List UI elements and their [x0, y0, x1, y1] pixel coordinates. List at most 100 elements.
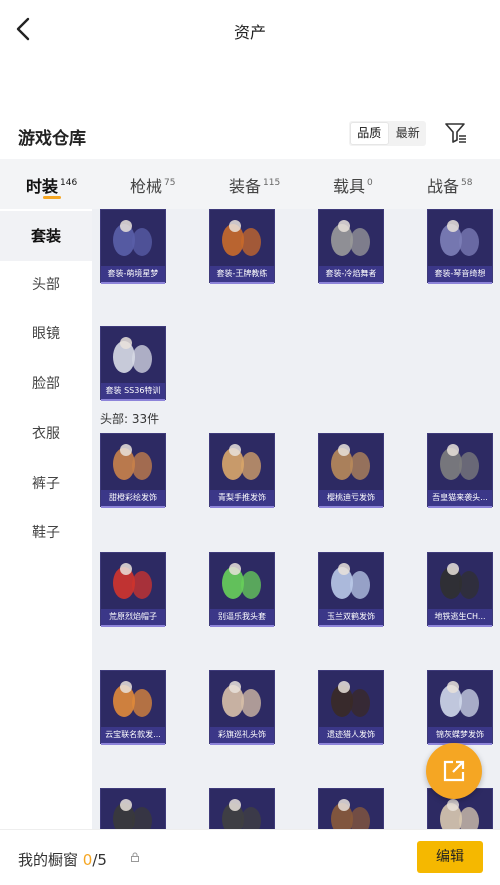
item-card[interactable]: 甜橙彩绘发饰: [100, 433, 166, 508]
group-title-head: 头部: 33件: [100, 412, 160, 426]
item-thumbnail: [440, 444, 479, 480]
item-card[interactable]: [209, 788, 275, 829]
tab-equipment[interactable]: 装备 115: [229, 173, 280, 197]
rarity-bar: [101, 399, 165, 401]
sidebar-item-face[interactable]: 脸部: [0, 359, 92, 409]
item-card[interactable]: 套装 SS36特训: [100, 326, 166, 401]
app-root: 资产 游戏仓库 品质 最新 时装 146 枪械 75 装备 115 载具 0 战备 58 …: [0, 0, 500, 885]
item-card[interactable]: 樱桃迪亏发饰: [318, 433, 384, 508]
item-thumbnail: [222, 563, 261, 599]
item-card[interactable]: 荒原烈焰帽子: [100, 552, 166, 627]
item-label: 彩旗巡礼头饰: [210, 727, 274, 743]
sidebar-item-shoes[interactable]: 鞋子: [0, 508, 92, 558]
filter-icon[interactable]: [444, 121, 468, 145]
sidebar: 套装 头部 眼镜 脸部 衣服 裤子 鞋子: [0, 209, 92, 829]
sidebar-item-outfits[interactable]: 套装: [0, 211, 92, 261]
item-thumbnail: [113, 444, 152, 480]
rarity-bar: [428, 625, 492, 627]
item-thumbnail: [331, 681, 370, 717]
tab-vehicles[interactable]: 载具 0: [333, 173, 373, 197]
item-card[interactable]: 锦灰蝶梦发饰: [427, 670, 493, 745]
item-card[interactable]: 套装-王牌教练: [209, 209, 275, 284]
share-icon: [443, 760, 465, 782]
item-thumbnail: [440, 563, 479, 599]
tab-count: 146: [60, 178, 78, 188]
rarity-bar: [101, 743, 165, 745]
tab-label: 载具: [333, 177, 366, 196]
tab-count: 75: [164, 178, 176, 188]
item-card[interactable]: [100, 788, 166, 829]
item-card[interactable]: 别逼乐我头套: [209, 552, 275, 627]
showcase-total: /5: [92, 851, 107, 869]
item-card[interactable]: 套装-琴音绮想: [427, 209, 493, 284]
item-thumbnail: [440, 220, 479, 256]
item-label: 甜橙彩绘发饰: [101, 490, 165, 506]
item-label: 锦灰蝶梦发饰: [428, 727, 492, 743]
rarity-bar: [319, 743, 383, 745]
category-tabs: 时装 146 枪械 75 装备 115 载具 0 战备 58: [0, 159, 500, 209]
active-tab-indicator: [43, 196, 61, 199]
rarity-bar: [101, 506, 165, 508]
rarity-bar: [428, 282, 492, 284]
rarity-bar: [210, 743, 274, 745]
item-label: 套装-冷焰舞者: [319, 266, 383, 282]
item-label: 遗迹猎人发饰: [319, 727, 383, 743]
item-thumbnail: [113, 220, 152, 256]
rarity-bar: [210, 506, 274, 508]
item-thumbnail: [331, 220, 370, 256]
item-thumbnail: [331, 563, 370, 599]
tab-battle-gear[interactable]: 战备 58: [427, 173, 472, 197]
item-thumbnail: [222, 220, 261, 256]
showcase-label: 我的橱窗 0/5: [18, 849, 107, 870]
rarity-bar: [101, 625, 165, 627]
item-grid: 头部: 33件 套装-萌境星梦 套装-王牌教练 套装-冷焰舞者 套装-琴音绮想套装 S…: [92, 209, 500, 829]
item-thumbnail: [113, 681, 152, 717]
item-thumbnail: [331, 799, 370, 829]
tab-count: 58: [461, 178, 473, 188]
item-thumbnail: [440, 681, 479, 717]
tab-count: 115: [263, 178, 281, 188]
sort-quality-button[interactable]: 品质: [350, 122, 389, 145]
item-label: 青梨手推发饰: [210, 490, 274, 506]
item-card[interactable]: 套装-萌境星梦: [100, 209, 166, 284]
tab-count: 0: [367, 178, 373, 188]
showcase-current: 0: [82, 851, 93, 869]
item-label: 玉兰双鹤发饰: [319, 609, 383, 625]
bottom-bar: 我的橱窗 0/5 编辑: [0, 829, 500, 885]
sort-newest-button[interactable]: 最新: [390, 121, 427, 146]
item-thumbnail: [222, 681, 261, 717]
tab-fashion[interactable]: 时装 146: [26, 173, 77, 197]
tab-label: 枪械: [130, 177, 163, 196]
showcase-title: 我的橱窗: [18, 851, 79, 869]
item-thumbnail: [222, 799, 261, 829]
item-card[interactable]: 地铁逃生CH...: [427, 552, 493, 627]
item-card[interactable]: 吾皇猫来袭头...: [427, 433, 493, 508]
tab-guns[interactable]: 枪械 75: [130, 173, 175, 197]
item-card[interactable]: 青梨手推发饰: [209, 433, 275, 508]
top-bar: 资产: [0, 0, 500, 60]
item-label: 套装-萌境星梦: [101, 266, 165, 282]
item-label: 樱桃迪亏发饰: [319, 490, 383, 506]
item-card[interactable]: 玉兰双鹤发饰: [318, 552, 384, 627]
item-label: 套装 SS36特训: [101, 383, 165, 399]
sidebar-item-pants[interactable]: 裤子: [0, 459, 92, 509]
rarity-bar: [319, 282, 383, 284]
tab-label: 战备: [427, 177, 460, 196]
rarity-bar: [101, 282, 165, 284]
page-title: 资产: [233, 23, 266, 42]
item-label: 套装-琴音绮想: [428, 266, 492, 282]
item-card[interactable]: [318, 788, 384, 829]
rarity-bar: [210, 625, 274, 627]
share-button[interactable]: [426, 743, 482, 799]
section-title: 游戏仓库: [18, 129, 86, 149]
sidebar-item-clothes[interactable]: 衣服: [0, 409, 92, 459]
item-card[interactable]: 彩旗巡礼头饰: [209, 670, 275, 745]
item-card[interactable]: 云宝联名款发...: [100, 670, 166, 745]
item-card[interactable]: 套装-冷焰舞者: [318, 209, 384, 284]
sidebar-item-glasses[interactable]: 眼镜: [0, 309, 92, 359]
item-card[interactable]: 遗迹猎人发饰: [318, 670, 384, 745]
edit-button[interactable]: 编辑: [417, 841, 483, 873]
sort-toggle: 品质 最新: [349, 121, 426, 146]
sidebar-item-head[interactable]: 头部: [0, 260, 92, 310]
item-label: 荒原烈焰帽子: [101, 609, 165, 625]
